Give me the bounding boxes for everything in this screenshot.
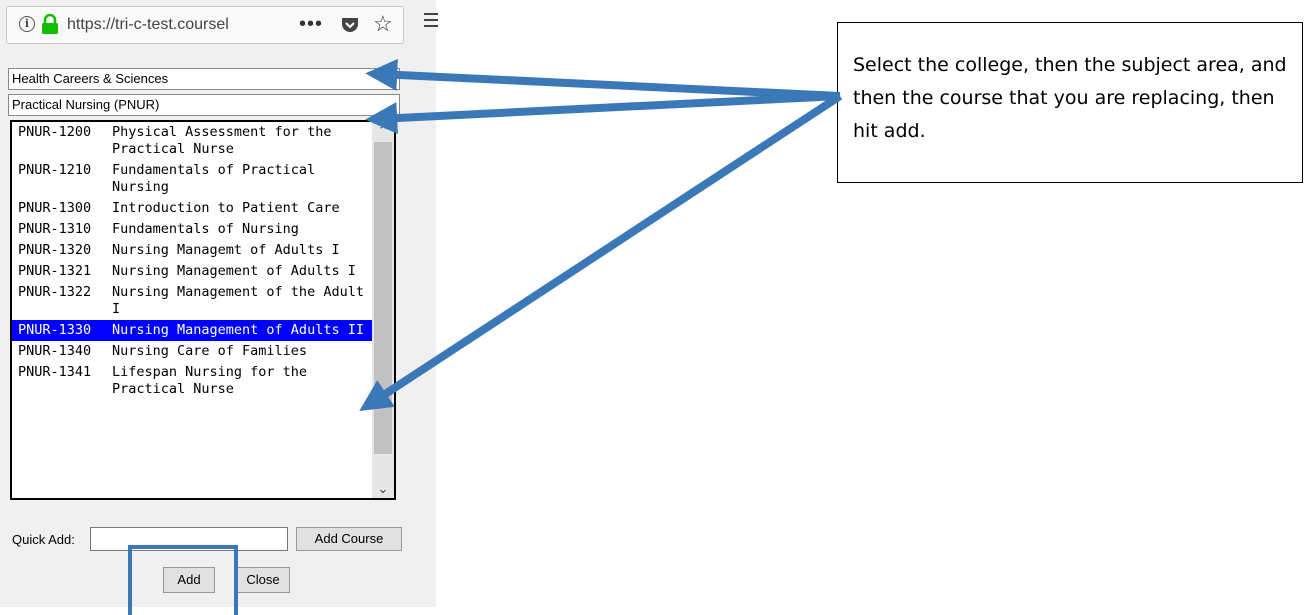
course-code: PNUR-1300 — [18, 200, 92, 216]
course-title: Fundamentals of Practical Nursing — [112, 162, 316, 195]
arrow-to-course — [359, 92, 843, 412]
close-button[interactable]: Close — [236, 567, 290, 593]
course-picker-panel: i https://tri-c-test.coursel ••• ☆ Healt… — [0, 0, 438, 607]
callout-text: Select the college, then the subject are… — [853, 54, 1287, 142]
course-title: Introduction to Patient Care — [112, 200, 340, 216]
address-bar[interactable]: i https://tri-c-test.coursel ••• ☆ — [6, 6, 404, 44]
course-code: PNUR-1341 — [18, 364, 92, 380]
course-title: Physical Assessment for the Practical Nu… — [112, 124, 332, 157]
course-code: PNUR-1330 — [18, 322, 92, 338]
add-button-highlight — [128, 545, 238, 615]
course-option[interactable]: PNUR-1200 Physical Assessment for the Pra… — [12, 122, 372, 160]
arrow-to-college — [365, 58, 841, 100]
course-code: PNUR-1310 — [18, 221, 92, 237]
course-option[interactable]: PNUR-1320 Nursing Managemt of Adults I — [12, 240, 372, 261]
subject-select[interactable]: Practical Nursing (PNUR) — [8, 94, 400, 116]
course-option[interactable]: PNUR-1310 Fundamentals of Nursing — [12, 219, 372, 240]
quick-add-label: Quick Add: — [12, 532, 75, 547]
scrollbar-thumb[interactable] — [374, 142, 392, 454]
course-code: PNUR-1321 — [18, 263, 92, 279]
url-text[interactable]: https://tri-c-test.coursel — [67, 16, 297, 34]
course-title: Nursing Care of Families — [112, 343, 308, 359]
pocket-icon[interactable] — [340, 16, 360, 34]
course-title: Nursing Managemt of Adults I — [112, 242, 340, 258]
course-option[interactable]: PNUR-1341 Lifespan Nursing for the Practi… — [12, 362, 372, 400]
course-option[interactable]: PNUR-1330 Nursing Management of Adults II — [12, 320, 372, 341]
listbox-scrollbar[interactable]: ⌃ ⌄ — [372, 120, 396, 500]
lock-icon — [42, 14, 58, 34]
course-option[interactable]: PNUR-1322 Nursing Management of the Adult… — [12, 282, 372, 320]
course-option[interactable]: PNUR-1300 Introduction to Patient Care — [12, 198, 372, 219]
course-title: Lifespan Nursing for the Practical Nurse — [112, 364, 308, 397]
course-listbox[interactable]: PNUR-1200 Physical Assessment for the Pra… — [10, 120, 372, 500]
course-title: Nursing Management of Adults I — [112, 263, 356, 279]
course-code: PNUR-1200 — [18, 124, 92, 140]
course-title: Nursing Management of the Adult I — [112, 284, 364, 317]
hamburger-menu-icon[interactable] — [424, 13, 438, 31]
scroll-up-icon[interactable]: ⌃ — [372, 122, 394, 140]
star-icon[interactable]: ☆ — [373, 11, 393, 37]
course-option[interactable]: PNUR-1321 Nursing Management of Adults I — [12, 261, 372, 282]
course-title: Fundamentals of Nursing — [112, 221, 299, 237]
info-icon[interactable]: i — [19, 16, 35, 32]
arrow-to-subject — [365, 92, 841, 135]
instruction-callout: Select the college, then the subject are… — [837, 22, 1303, 183]
course-code: PNUR-1340 — [18, 343, 92, 359]
scroll-down-icon[interactable]: ⌄ — [372, 480, 394, 498]
course-option[interactable]: PNUR-1340 Nursing Care of Families — [12, 341, 372, 362]
ellipsis-icon[interactable]: ••• — [299, 13, 323, 36]
course-option[interactable]: PNUR-1210 Fundamentals of Practical Nursi… — [12, 160, 372, 198]
course-code: PNUR-1320 — [18, 242, 92, 258]
course-title: Nursing Management of Adults II — [112, 322, 364, 338]
add-course-button[interactable]: Add Course — [296, 527, 402, 551]
course-code: PNUR-1322 — [18, 284, 92, 300]
college-select[interactable]: Health Careers & Sciences — [8, 68, 400, 90]
course-code: PNUR-1210 — [18, 162, 92, 178]
